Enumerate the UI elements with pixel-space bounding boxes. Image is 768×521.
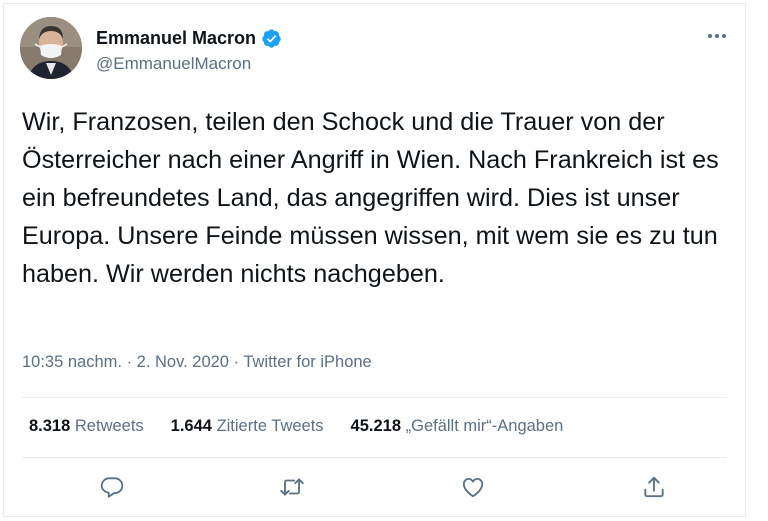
tweet-card: Emmanuel Macron @EmmanuelMacron Wir, Fra… — [3, 3, 746, 517]
avatar-image — [20, 17, 82, 79]
retweet-icon[interactable] — [279, 474, 305, 500]
share-icon[interactable] — [641, 474, 667, 500]
quotes-label: Zitierte Tweets — [216, 417, 324, 435]
retweets-label: Retweets — [74, 417, 144, 435]
divider — [22, 397, 727, 398]
quotes-count: 1.644 — [170, 417, 212, 435]
likes-label: „Gefällt mir“-Angaben — [405, 417, 564, 435]
retweets-stat[interactable]: 8.318 Retweets — [29, 417, 144, 436]
avatar[interactable] — [20, 17, 82, 79]
quotes-stat[interactable]: 1.644 Zitierte Tweets — [171, 417, 324, 436]
verified-badge-icon — [261, 28, 282, 49]
action-bar — [4, 474, 745, 510]
likes-count: 45.218 — [350, 417, 402, 435]
like-icon[interactable] — [460, 474, 486, 500]
divider — [22, 457, 727, 458]
name-row: Emmanuel Macron — [96, 28, 282, 49]
more-icon[interactable] — [707, 28, 727, 39]
likes-stat[interactable]: 45.218 „Gefällt mir“-Angaben — [351, 417, 564, 436]
reply-icon[interactable] — [99, 474, 125, 500]
display-name[interactable]: Emmanuel Macron — [96, 28, 256, 49]
tweet-text: Wir, Franzosen, teilen den Schock und di… — [22, 108, 719, 288]
tweet-meta[interactable]: 10:35 nachm. · 2. Nov. 2020 · Twitter fo… — [22, 353, 372, 372]
user-handle[interactable]: @EmmanuelMacron — [96, 54, 251, 74]
stats-row: 8.318 Retweets 1.644 Zitierte Tweets 45.… — [29, 417, 563, 436]
retweets-count: 8.318 — [29, 417, 71, 435]
